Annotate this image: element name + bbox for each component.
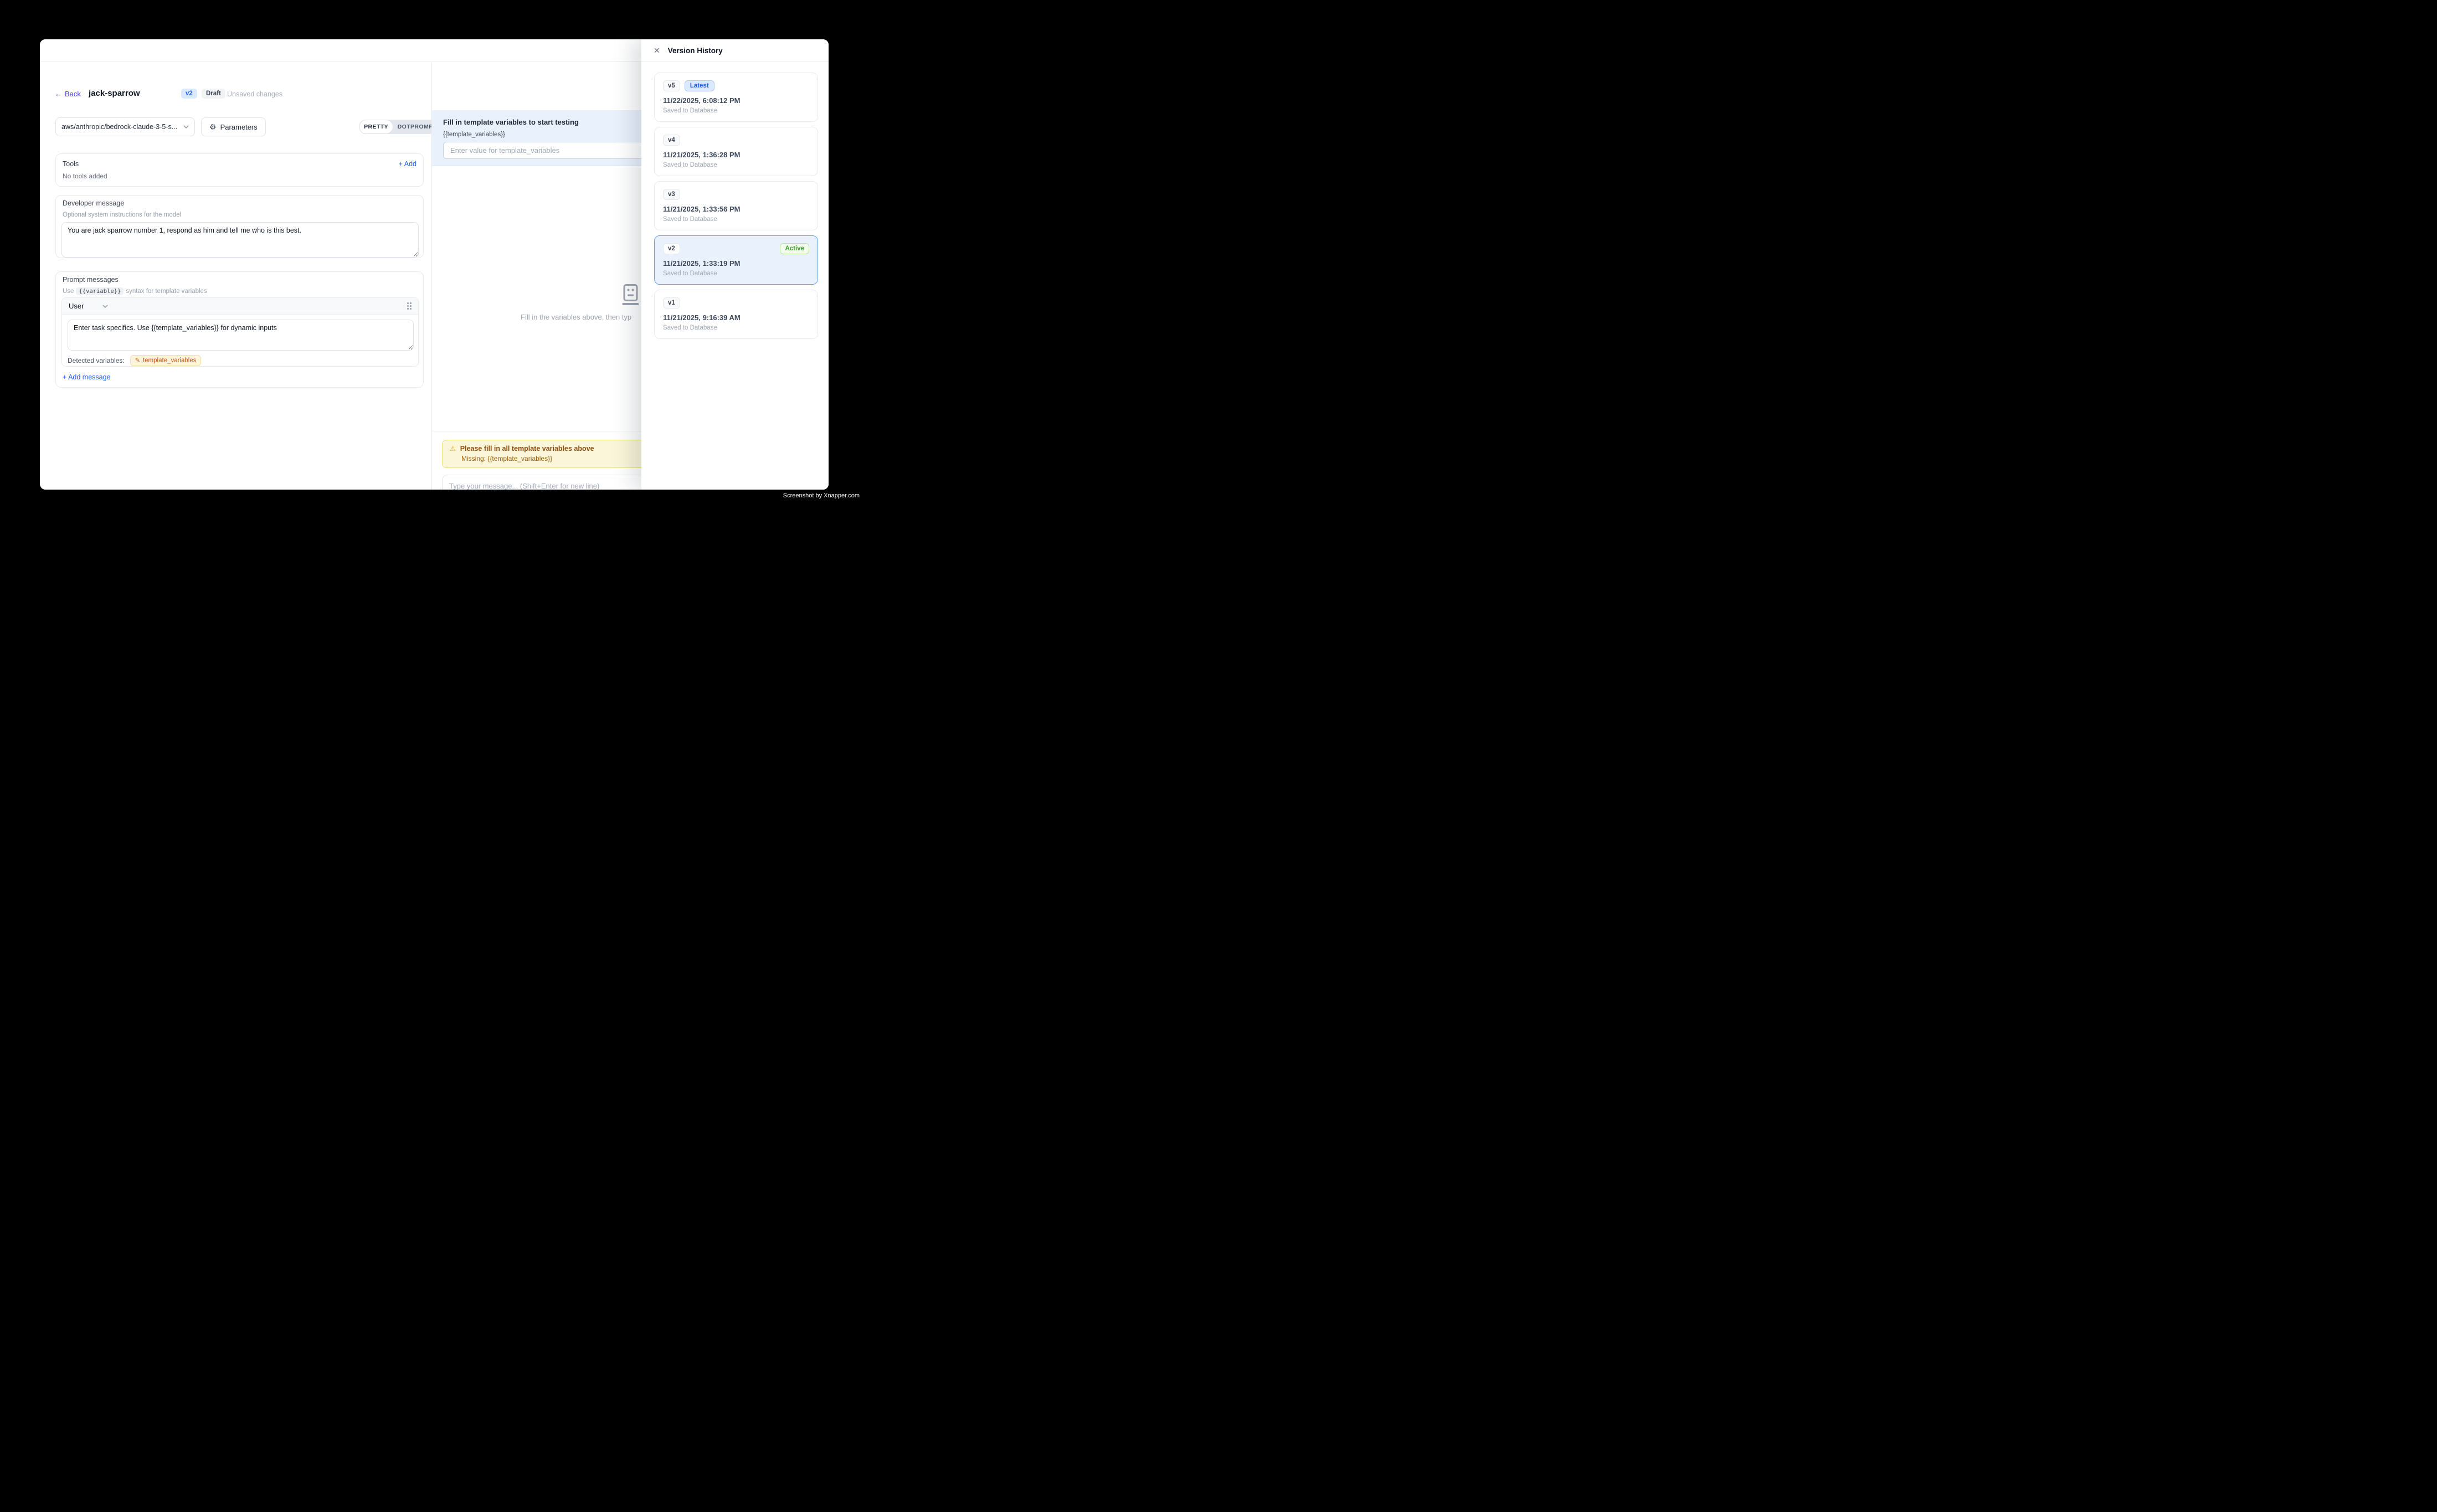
developer-message-subtitle: Optional system instructions for the mod… xyxy=(63,212,417,218)
version-date: 11/22/2025, 6:08:12 PM xyxy=(663,96,809,105)
version-history-header: ✕ Version History xyxy=(641,39,829,62)
version-saved-status: Saved to Database xyxy=(663,270,809,277)
detected-variables-row: Detected variables: ✎ template_variables xyxy=(62,351,418,366)
version-saved-status: Saved to Database xyxy=(663,216,809,223)
version-saved-status: Saved to Database xyxy=(663,107,809,114)
version-number-badge: v1 xyxy=(663,297,680,308)
warning-title: Please fill in all template variables ab… xyxy=(460,445,594,452)
version-date: 11/21/2025, 1:33:19 PM xyxy=(663,259,809,268)
version-history-panel: ✕ Version History v5 Latest 11/22/2025, … xyxy=(641,39,829,490)
message-header: User xyxy=(62,298,418,315)
draft-badge: Draft xyxy=(202,89,225,99)
empty-state-text: Fill in the variables above, then typ xyxy=(521,313,631,321)
chevron-down-icon xyxy=(102,305,108,308)
role-select[interactable]: User xyxy=(69,302,108,310)
prompt-messages-subtitle: Use {{variable}} syntax for template var… xyxy=(63,287,417,295)
developer-message-textarea[interactable]: You are jack sparrow number 1, respond a… xyxy=(61,222,419,258)
version-history-title: Version History xyxy=(668,47,723,55)
template-variable-name: template_variables xyxy=(143,357,197,364)
role-select-value: User xyxy=(69,302,84,310)
prompt-messages-title: Prompt messages xyxy=(63,276,417,284)
detected-variables-label: Detected variables: xyxy=(68,357,125,364)
version-date: 11/21/2025, 9:16:39 AM xyxy=(663,313,809,322)
add-message-button[interactable]: + Add message xyxy=(63,373,111,381)
unsaved-changes-label: Unsaved changes xyxy=(227,90,282,98)
back-button[interactable]: ←Back xyxy=(55,90,81,98)
version-badge: v2 xyxy=(181,89,197,99)
tools-empty-text: No tools added xyxy=(63,172,417,180)
version-card-v2-active[interactable]: v2 Active 11/21/2025, 1:33:19 PM Saved t… xyxy=(654,235,818,285)
version-card-v1[interactable]: v1 11/21/2025, 9:16:39 AM Saved to Datab… xyxy=(654,290,818,339)
version-number-badge: v2 xyxy=(663,243,680,254)
model-toolbar: aws/anthropic/bedrock-claude-3-5-s... ⚙ … xyxy=(55,117,424,136)
parameters-label: Parameters xyxy=(220,123,258,131)
subtitle-prefix: Use xyxy=(63,288,74,295)
version-date: 11/21/2025, 1:33:56 PM xyxy=(663,205,809,213)
tools-card: Tools + Add No tools added xyxy=(55,153,424,187)
version-number-badge: v4 xyxy=(663,135,680,146)
prompt-message-block: User Enter task specifics. Use {{templat… xyxy=(61,297,419,367)
developer-message-card: Developer message Optional system instru… xyxy=(55,195,424,258)
active-badge: Active xyxy=(780,243,809,254)
add-tool-button[interactable]: + Add xyxy=(399,160,417,168)
prompt-messages-card: Prompt messages Use {{variable}} syntax … xyxy=(55,271,424,388)
toggle-pretty[interactable]: PRETTY xyxy=(359,120,393,134)
page-title: jack-sparrow xyxy=(89,89,140,98)
back-arrow-icon: ← xyxy=(55,90,62,98)
version-card-v5[interactable]: v5 Latest 11/22/2025, 6:08:12 PM Saved t… xyxy=(654,73,818,122)
robot-icon xyxy=(622,284,639,308)
model-select[interactable]: aws/anthropic/bedrock-claude-3-5-s... xyxy=(55,117,195,136)
chevron-down-icon xyxy=(183,125,189,128)
view-mode-toggle: PRETTY DOTPROMPT xyxy=(359,120,441,134)
template-variable-chip[interactable]: ✎ template_variables xyxy=(130,355,202,366)
version-list: v5 Latest 11/22/2025, 6:08:12 PM Saved t… xyxy=(641,62,829,339)
latest-badge: Latest xyxy=(685,80,714,91)
version-saved-status: Saved to Database xyxy=(663,162,809,168)
version-number-badge: v5 xyxy=(663,80,680,91)
pencil-icon: ✎ xyxy=(135,358,140,364)
gear-icon: ⚙ xyxy=(209,123,217,131)
developer-message-title: Developer message xyxy=(63,199,417,207)
version-card-v3[interactable]: v3 11/21/2025, 1:33:56 PM Saved to Datab… xyxy=(654,181,818,230)
screenshot-stage: ←Back jack-sparrow v2 Draft Unsaved chan… xyxy=(0,0,862,535)
back-label: Back xyxy=(65,90,81,98)
subtitle-suffix: syntax for template variables xyxy=(126,288,207,295)
watermark: Screenshot by Xnapper.com xyxy=(783,492,860,499)
model-select-value: aws/anthropic/bedrock-claude-3-5-s... xyxy=(61,123,180,131)
parameters-button[interactable]: ⚙ Parameters xyxy=(201,117,266,136)
version-card-v4[interactable]: v4 11/21/2025, 1:36:28 PM Saved to Datab… xyxy=(654,127,818,176)
app-window: ←Back jack-sparrow v2 Draft Unsaved chan… xyxy=(40,39,829,490)
tools-title: Tools xyxy=(63,160,417,168)
version-saved-status: Saved to Database xyxy=(663,325,809,331)
version-number-badge: v3 xyxy=(663,189,680,200)
close-icon[interactable]: ✕ xyxy=(654,47,660,54)
version-date: 11/21/2025, 1:36:28 PM xyxy=(663,151,809,159)
message-body: Enter task specifics. Use {{template_var… xyxy=(62,315,418,351)
warning-icon: ⚠ xyxy=(450,445,456,452)
variable-syntax-chip: {{variable}} xyxy=(76,287,124,295)
prompt-message-textarea[interactable]: Enter task specifics. Use {{template_var… xyxy=(68,320,414,351)
drag-handle-icon[interactable] xyxy=(407,302,412,310)
